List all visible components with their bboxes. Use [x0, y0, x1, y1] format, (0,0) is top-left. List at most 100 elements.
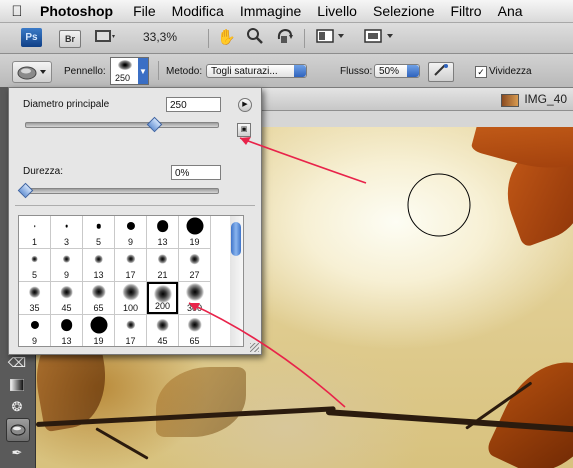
save-preset-icon[interactable]: ▣	[237, 123, 251, 137]
vividezza-checkbox[interactable]: ✓	[475, 66, 487, 78]
menu-immagine[interactable]: Immagine	[232, 3, 309, 19]
menu-selezione[interactable]: Selezione	[365, 3, 443, 19]
arrange-documents-icon[interactable]	[316, 28, 346, 48]
menu-filtro[interactable]: Filtro	[442, 3, 489, 19]
brush-size-label: 19	[93, 336, 104, 346]
hard-brush-tip-icon	[96, 223, 101, 229]
flusso-label: Flusso:	[340, 66, 373, 77]
menu-analisi[interactable]: Ana	[490, 3, 531, 19]
brush-preset-item[interactable]: 65	[83, 282, 114, 314]
menu-modifica[interactable]: Modifica	[164, 3, 232, 19]
hand-icon[interactable]: ✋	[217, 28, 236, 46]
brush-preset-item[interactable]: 5	[83, 216, 114, 248]
application-bar: Ps Br 33,3% ✋	[0, 23, 573, 54]
presets-scrollbar[interactable]	[230, 215, 244, 347]
brush-preset-item[interactable]: 21	[147, 249, 178, 281]
document-tab-bar: IMG_40	[260, 88, 573, 111]
bridge-button[interactable]: Br	[59, 30, 81, 48]
brush-preset-item[interactable]: 9	[115, 216, 146, 248]
hard-brush-tip-icon	[156, 220, 169, 232]
brush-preset-item[interactable]: 1	[19, 216, 50, 248]
soft-brush-tip-icon	[94, 254, 103, 264]
branch-shape	[95, 427, 149, 460]
select-arrows-icon	[407, 65, 419, 77]
panel-menu-icon[interactable]: ▶	[238, 98, 252, 112]
brush-preset-item[interactable]: 19	[83, 315, 114, 346]
soft-brush-tip-icon	[156, 318, 169, 332]
document-thumbnail-icon	[501, 94, 519, 107]
tool-preset-picker[interactable]	[12, 61, 52, 83]
brush-preset-item[interactable]: 27	[179, 249, 210, 281]
menu-livello[interactable]: Livello	[309, 3, 365, 19]
zoom-level[interactable]: 33,3%	[143, 30, 177, 44]
diametro-slider-track[interactable]	[25, 122, 219, 128]
zoom-icon[interactable]	[246, 27, 264, 49]
sponge-tool-icon[interactable]	[6, 418, 30, 442]
flusso-select[interactable]: 50%	[374, 64, 420, 78]
resize-grip-icon[interactable]	[250, 343, 259, 352]
eraser-tool-icon[interactable]: ⌫	[6, 352, 28, 374]
brush-preset-item[interactable]: 65	[179, 315, 210, 346]
brush-tip-preview	[118, 60, 132, 70]
soft-brush-tip-icon	[62, 255, 71, 263]
brush-preset-item[interactable]: 13	[51, 315, 82, 346]
document-title[interactable]: IMG_40	[524, 92, 567, 106]
brush-preset-item[interactable]: 19	[179, 216, 210, 248]
film-icon[interactable]	[94, 28, 116, 48]
brush-size-label: 13	[93, 270, 104, 280]
gradient-tool-icon[interactable]	[6, 374, 28, 396]
durezza-slider-thumb[interactable]	[17, 182, 34, 199]
divider	[15, 205, 255, 206]
brush-preset-item[interactable]: 300	[179, 282, 210, 314]
durezza-slider-track[interactable]	[25, 188, 219, 194]
brush-preset-item[interactable]: 35	[19, 282, 50, 314]
brush-preset-item[interactable]: 13	[83, 249, 114, 281]
diametro-input[interactable]: 250	[166, 97, 221, 112]
brush-presets-grid: 1 3 5 9 13 19 5 9 13 17 21 27 35 45 65 100 200 300 9 13 19 17…	[19, 216, 211, 346]
scrollbar-thumb[interactable]	[231, 222, 241, 256]
brush-preset-item[interactable]: 17	[115, 249, 146, 281]
brush-size-label: 45	[157, 336, 168, 346]
brush-size-label: 5	[31, 270, 37, 280]
blur-tool-icon[interactable]: ❂	[6, 396, 28, 418]
brush-preset-item[interactable]: 13	[147, 216, 178, 248]
brush-preset-item[interactable]: 3	[51, 216, 82, 248]
leaf-shape	[156, 367, 246, 437]
brush-preset-item[interactable]: 5	[19, 249, 50, 281]
durezza-input[interactable]: 0%	[171, 165, 221, 180]
metodo-label: Metodo:	[166, 66, 203, 77]
chevron-down-icon[interactable]: ▼	[138, 58, 148, 84]
brush-preset-item[interactable]: 17	[115, 315, 146, 346]
brush-preset-item[interactable]: 200	[147, 282, 178, 314]
apple-menu-icon[interactable]: 	[0, 3, 34, 20]
hard-brush-tip-icon	[126, 221, 135, 231]
brush-size-label: 13	[61, 336, 72, 346]
soft-brush-tip-icon	[60, 285, 73, 299]
brush-size-label: 9	[127, 237, 133, 247]
menu-photoshop[interactable]: Photoshop	[34, 3, 125, 19]
screen-mode-icon[interactable]	[363, 28, 395, 48]
menu-file[interactable]: File	[125, 3, 164, 19]
soft-brush-tip-icon	[28, 286, 41, 298]
brush-preset-item[interactable]: 100	[115, 282, 146, 314]
brush-size-label: 45	[61, 303, 72, 313]
menu-bar:  Photoshop File Modifica Immagine Livel…	[0, 0, 573, 23]
airbrush-toggle-icon[interactable]	[428, 62, 454, 82]
diametro-slider-thumb[interactable]	[146, 116, 162, 133]
hard-brush-tip-icon	[60, 319, 73, 331]
brush-preset-picker[interactable]: 250 ▼	[110, 57, 149, 85]
pen-tool-icon[interactable]: ✒	[6, 442, 28, 464]
brush-size-label: 300	[186, 303, 203, 313]
brush-size-label: 27	[189, 270, 200, 280]
horizontal-ruler	[260, 111, 573, 128]
brush-preset-item[interactable]: 45	[51, 282, 82, 314]
brush-preset-item[interactable]: 9	[51, 249, 82, 281]
brush-size-label: 1	[31, 237, 37, 247]
brush-preset-item[interactable]: 45	[147, 315, 178, 346]
rotate-view-icon[interactable]	[275, 27, 295, 49]
brush-preset-item[interactable]: 9	[19, 315, 50, 346]
soft-brush-tip-icon	[185, 283, 204, 301]
soft-brush-tip-icon	[125, 320, 136, 330]
soft-brush-tip-icon	[157, 254, 168, 264]
metodo-select[interactable]: Togli saturazi...	[206, 64, 307, 78]
